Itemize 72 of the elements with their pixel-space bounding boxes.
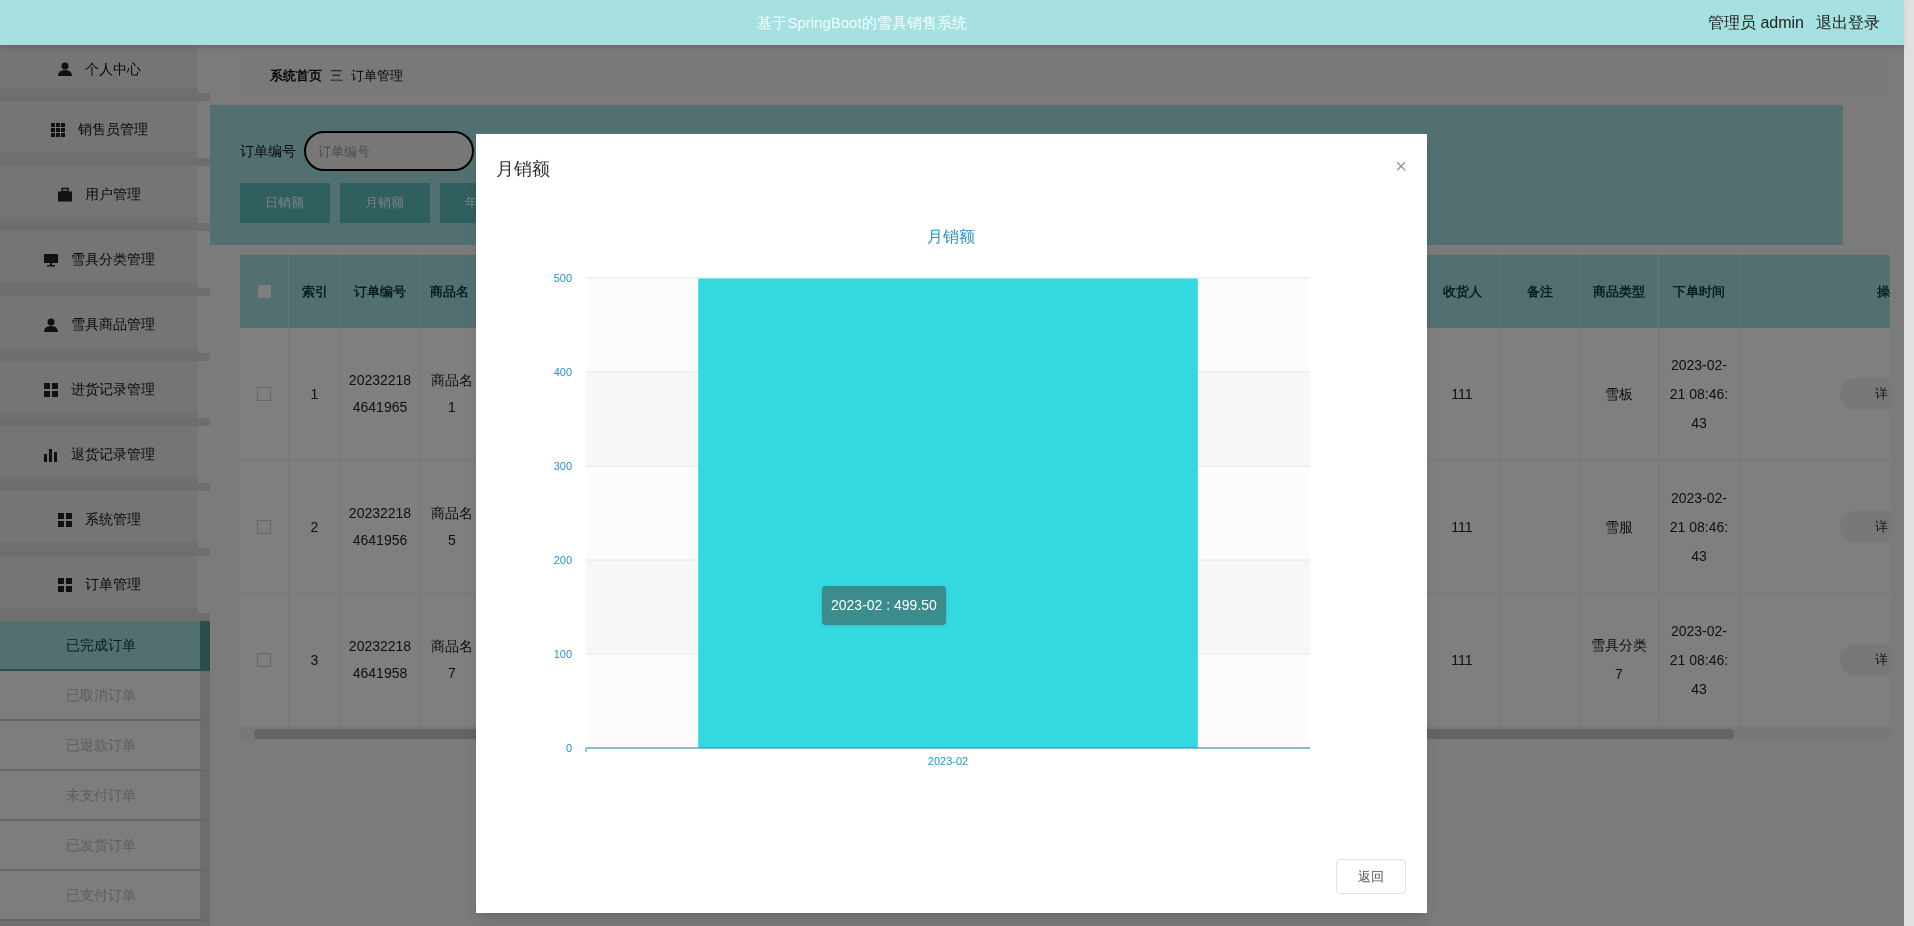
column-header: 索引	[301, 282, 328, 301]
column-header: 收货人	[1442, 282, 1482, 301]
table-cell-text: 202322184641958	[347, 637, 413, 683]
table-cell-text: 111	[1451, 650, 1473, 670]
sidebar-item[interactable]: 退货记录管理	[0, 426, 210, 483]
table-cell-text: 111	[1451, 384, 1473, 404]
table-cell-text: 商品名1	[430, 371, 474, 417]
sidebar-item[interactable]: 销售员管理	[0, 101, 210, 158]
table-cell-text: 111	[1451, 517, 1473, 537]
breadcrumb-separator: 三	[330, 67, 343, 86]
table-cell-text: 雪板	[1604, 384, 1634, 404]
table-cell-text: 202322184641956	[347, 504, 413, 550]
chart-tooltip: 2023-02 : 499.50	[822, 586, 946, 625]
person-icon	[57, 61, 73, 77]
details-button[interactable]: 详	[1840, 644, 1890, 676]
details-button[interactable]: 详	[1840, 378, 1890, 410]
table-cell-text: 202322184641965	[347, 371, 413, 417]
grid-icon	[57, 511, 73, 528]
table-cell-text: 2	[310, 517, 319, 537]
table-cell-text: 商品名7	[430, 637, 474, 683]
row-checkbox[interactable]	[257, 653, 271, 667]
search-label: 订单编号	[240, 141, 296, 161]
y-axis-label: 400	[553, 366, 572, 378]
row-checkbox[interactable]	[257, 520, 271, 534]
table-cell-text: 2023-02-21 08:46:43	[1668, 355, 1730, 433]
sidebar-item[interactable]: 雪具商品管理	[0, 296, 210, 353]
y-axis-label: 500	[553, 272, 572, 284]
user-label: 管理员 admin	[1707, 12, 1804, 33]
grid-icon	[43, 381, 59, 398]
logout-link[interactable]: 退出登录	[1816, 10, 1880, 35]
grid-icon	[57, 576, 73, 593]
y-axis-label: 100	[553, 648, 572, 660]
table-cell-text: 雪服	[1604, 517, 1634, 537]
select-all-checkbox[interactable]	[257, 285, 271, 298]
table-cell-text: 2023-02-21 08:46:43	[1668, 488, 1730, 566]
vertical-scrollbar[interactable]	[1904, 0, 1914, 926]
table-cell-text: 2023-02-21 08:46:43	[1668, 621, 1730, 699]
sidebar-item[interactable]: 订单管理	[0, 556, 210, 613]
column-header: 商品类型	[1593, 282, 1645, 301]
column-header: 备注	[1526, 282, 1553, 301]
bar-chart-icon	[43, 446, 59, 463]
sidebar-item[interactable]: 个人中心	[0, 45, 210, 93]
row-checkbox[interactable]	[257, 387, 271, 401]
sidebar-item[interactable]: 进货记录管理	[0, 361, 210, 418]
chart-title: 月销额	[927, 228, 975, 245]
sidebar-item[interactable]: 系统管理	[0, 491, 210, 548]
breadcrumb-link[interactable]: 系统首页	[270, 66, 322, 86]
column-header: 订单编号	[354, 282, 406, 301]
grid-icon	[50, 121, 66, 138]
sidebar-item[interactable]: 雪具分类管理	[0, 231, 210, 288]
details-button[interactable]: 详	[1840, 511, 1890, 543]
table-cell-text: 雪具分类7	[1590, 636, 1648, 684]
submenu-item[interactable]: 已完成订单	[0, 621, 210, 671]
monitor-icon	[43, 251, 59, 268]
person-icon	[43, 316, 59, 333]
table-cell-text: 商品名5	[430, 504, 474, 550]
y-axis-label: 200	[553, 554, 572, 566]
column-header: 商品名	[430, 282, 469, 301]
dialog-title: 月销额	[496, 158, 550, 181]
column-header: 下单时间	[1673, 282, 1725, 301]
table-cell-text: 1	[310, 384, 319, 404]
sidebar-item[interactable]: 用户管理	[0, 166, 210, 223]
briefcase-icon	[57, 186, 73, 203]
y-axis-label: 300	[553, 460, 572, 472]
breadcrumb-current: 订单管理	[351, 67, 403, 86]
x-axis-label: 2023-02	[927, 755, 969, 767]
y-axis-label: 0	[565, 742, 572, 754]
table-cell-text: 3	[310, 650, 319, 670]
back-button[interactable]: 返回	[1336, 859, 1406, 894]
column-header: 操	[1877, 282, 1890, 301]
close-button[interactable]: ×	[1395, 155, 1407, 176]
app-title: 基于SpringBoot的雪具销售系统	[757, 13, 967, 31]
